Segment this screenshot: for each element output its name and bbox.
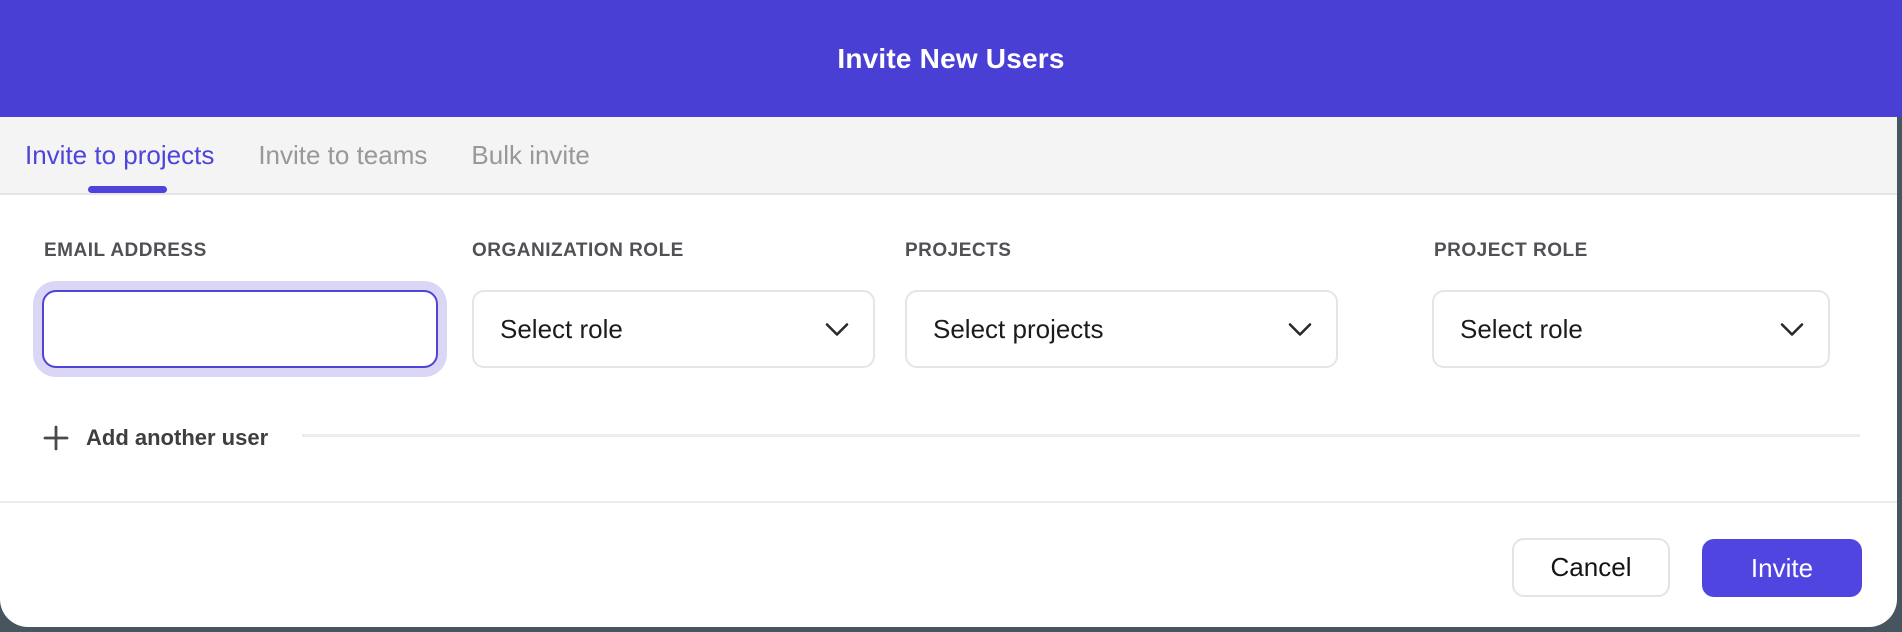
organization-role-label: ORGANIZATION ROLE <box>472 240 684 262</box>
organization-role-select-value: Select role <box>500 314 623 345</box>
chevron-down-icon <box>1780 322 1804 337</box>
modal-title: Invite New Users <box>837 43 1064 75</box>
tab-invite-to-projects[interactable]: Invite to projects <box>25 140 214 171</box>
cancel-button[interactable]: Cancel <box>1512 538 1670 597</box>
plus-icon <box>42 424 70 452</box>
footer-divider <box>0 501 1897 503</box>
invite-button[interactable]: Invite <box>1702 539 1862 597</box>
modal-header: Invite New Users <box>0 0 1902 117</box>
add-another-user-button[interactable]: Add another user <box>42 420 268 456</box>
email-address-label: EMAIL ADDRESS <box>44 240 207 262</box>
projects-select-value: Select projects <box>933 314 1104 345</box>
add-another-user-label: Add another user <box>86 425 268 451</box>
chevron-down-icon <box>1288 322 1312 337</box>
project-role-select-value: Select role <box>1460 314 1583 345</box>
email-input[interactable] <box>42 290 438 368</box>
projects-label: PROJECTS <box>905 240 1011 262</box>
tab-invite-to-teams[interactable]: Invite to teams <box>258 140 427 171</box>
project-role-label: PROJECT ROLE <box>1434 240 1588 262</box>
add-user-divider <box>302 434 1860 437</box>
tab-bar: Invite to projects Invite to teams Bulk … <box>0 117 1897 195</box>
projects-select[interactable]: Select projects <box>905 290 1338 368</box>
project-role-select[interactable]: Select role <box>1432 290 1830 368</box>
organization-role-select[interactable]: Select role <box>472 290 875 368</box>
invite-users-screen: Invite to projects Invite to teams Bulk … <box>0 0 1902 632</box>
chevron-down-icon <box>825 322 849 337</box>
email-field-wrapper <box>42 290 438 368</box>
active-tab-indicator <box>88 186 167 193</box>
tab-bulk-invite[interactable]: Bulk invite <box>471 140 590 171</box>
